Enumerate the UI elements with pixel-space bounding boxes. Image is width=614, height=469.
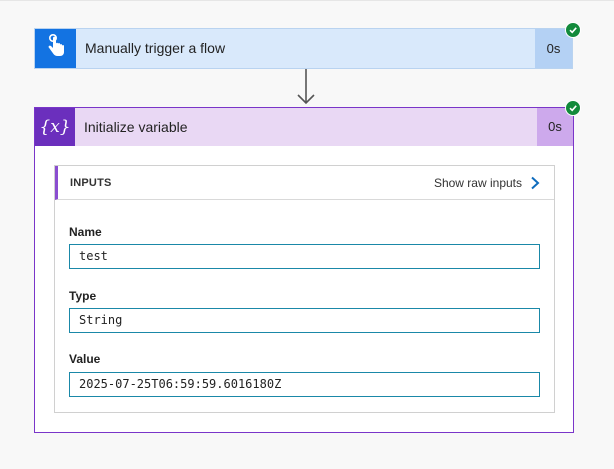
- name-field[interactable]: test: [69, 244, 540, 269]
- trigger-success-check-icon: [565, 22, 581, 38]
- inputs-header: INPUTS Show raw inputs: [55, 166, 554, 200]
- variable-icon-text: {x}: [39, 117, 71, 137]
- initialize-variable-title: Initialize variable: [84, 119, 188, 135]
- trigger-card[interactable]: Manually trigger a flow 0s: [34, 28, 573, 69]
- hand-tap-icon: [45, 33, 67, 64]
- inputs-panel: INPUTS Show raw inputs Name test Type St…: [54, 165, 555, 413]
- arrow-down-icon: [296, 69, 316, 106]
- value-field[interactable]: 2025-07-25T06:59:59.6016180Z: [69, 372, 540, 397]
- variable-icon: {x}: [35, 108, 75, 146]
- trigger-title: Manually trigger a flow: [85, 40, 226, 56]
- type-field-label: Type: [69, 289, 97, 303]
- show-raw-inputs-link[interactable]: Show raw inputs: [434, 166, 540, 200]
- type-field[interactable]: String: [69, 308, 540, 333]
- chevron-right-icon: [530, 176, 540, 190]
- initialize-variable-success-check-icon: [565, 100, 581, 116]
- initialize-variable-card[interactable]: {x} Initialize variable 0s INPUTS Show r…: [34, 107, 574, 433]
- inputs-heading: INPUTS: [70, 177, 112, 189]
- name-field-label: Name: [69, 225, 102, 239]
- top-divider: [0, 0, 614, 1]
- trigger-icon-tile: [35, 29, 76, 68]
- show-raw-inputs-label: Show raw inputs: [433, 176, 522, 190]
- value-field-label: Value: [69, 352, 101, 366]
- initialize-variable-header[interactable]: {x} Initialize variable 0s: [35, 108, 573, 146]
